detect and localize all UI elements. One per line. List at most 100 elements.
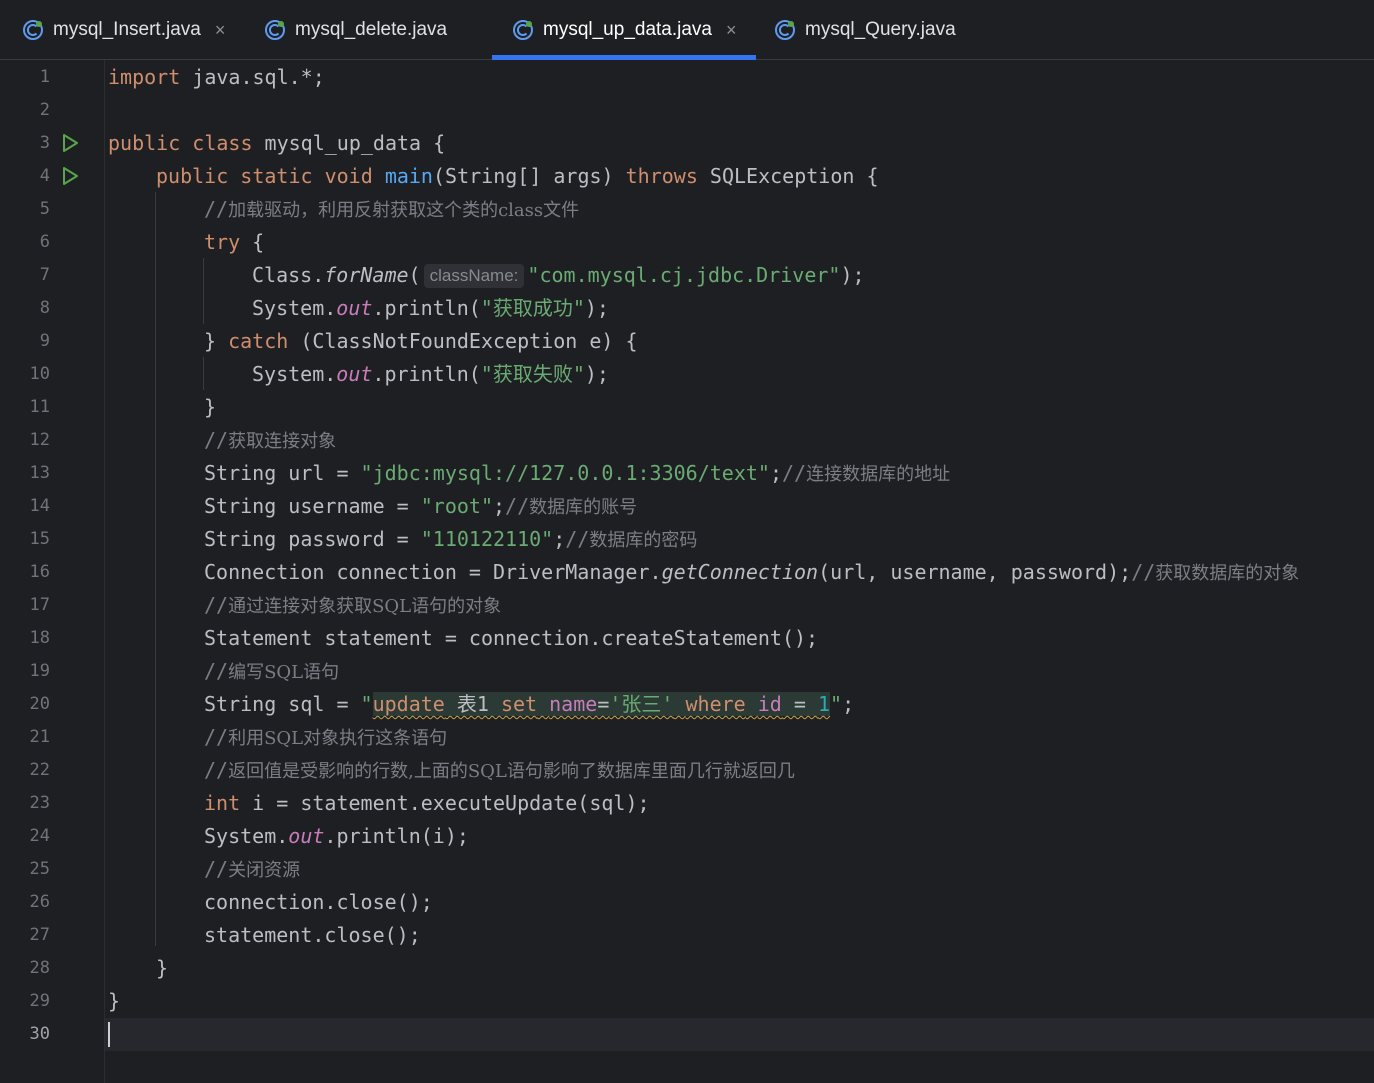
comment: 通过连接对象获取SQL语句的对象: [228, 596, 502, 617]
comment: 数据库的密码: [589, 530, 698, 551]
code-line[interactable]: //关闭资源: [105, 853, 1374, 886]
code-line[interactable]: import java.sql.*;: [105, 61, 1374, 94]
code-line[interactable]: Connection connection = DriverManager.ge…: [105, 556, 1374, 589]
code-line[interactable]: //获取连接对象: [105, 424, 1374, 457]
line-number: 29: [29, 991, 50, 1011]
code-line[interactable]: //加载驱动，利用反射获取这个类的class文件: [105, 193, 1374, 226]
close-icon[interactable]: ×: [726, 20, 737, 41]
code-line[interactable]: String url = "jdbc:mysql://127.0.0.1:330…: [105, 457, 1374, 490]
code-text: (: [408, 263, 421, 287]
code-text: }: [108, 989, 121, 1013]
line-number: 25: [29, 859, 50, 879]
code-line[interactable]: String username = "root";//数据库的账号: [105, 490, 1374, 523]
keyword: public: [156, 164, 229, 188]
line-number: 27: [29, 925, 50, 945]
code-line[interactable]: Class.forName(className: "com.mysql.cj.jd…: [105, 259, 1374, 292]
code-line[interactable]: //编写SQL语句: [105, 655, 1374, 688]
code-line[interactable]: System.out.println("获取失败");: [105, 358, 1374, 391]
close-icon[interactable]: ×: [215, 20, 226, 41]
tab-mysql-query[interactable]: mysql_Query.java: [774, 0, 956, 60]
keyword: class: [192, 131, 253, 155]
code-text: Class.: [252, 263, 325, 287]
code-line[interactable]: System.out.println("获取成功");: [105, 292, 1374, 325]
sql-injected-fragment: update 表1 set name='张三' where id = 1: [372, 692, 831, 716]
code-line[interactable]: Statement statement = connection.createS…: [105, 622, 1374, 655]
code-line-current[interactable]: [105, 1018, 1374, 1051]
comment-prefix: //: [204, 197, 229, 221]
comment: 关闭资源: [228, 860, 301, 881]
run-class-icon[interactable]: [60, 133, 80, 153]
tab-label: mysql_Insert.java: [53, 19, 201, 40]
line-number: 13: [29, 463, 50, 483]
line-number: 21: [29, 727, 50, 747]
code-text: statement.close();: [204, 923, 421, 947]
comment-prefix: //: [505, 494, 530, 518]
keyword: void: [324, 164, 373, 188]
tab-label: mysql_up_data.java: [543, 19, 712, 40]
code-line[interactable]: int i = statement.executeUpdate(sql);: [105, 787, 1374, 820]
line-number-gutter[interactable]: 1 2 3 4 5 6 7 8 9 10 11 12 13 14 15 16 1…: [0, 60, 105, 1083]
sql-column: id: [757, 692, 782, 716]
code-text: Statement statement = connection.createS…: [204, 626, 819, 650]
code-line[interactable]: //返回值是受影响的行数,上面的SQL语句影响了数据库里面几行就返回几: [105, 754, 1374, 787]
code-line[interactable]: public static void main(String[] args) t…: [105, 160, 1374, 193]
code-line[interactable]: public class mysql_up_data {: [105, 127, 1374, 160]
line-number: 1: [39, 67, 50, 87]
tab-mysql-up-data[interactable]: mysql_up_data.java ×: [512, 0, 737, 60]
code-line[interactable]: try {: [105, 226, 1374, 259]
comment-prefix: //: [204, 725, 229, 749]
keyword: int: [204, 791, 241, 815]
code-line[interactable]: //利用SQL对象执行这条语句: [105, 721, 1374, 754]
code-text: ;: [493, 494, 506, 518]
code-line[interactable]: }: [105, 391, 1374, 424]
string-literal: "com.mysql.cj.jdbc.Driver": [527, 263, 841, 287]
line-number: 6: [39, 232, 50, 252]
code-text: i = statement.executeUpdate(sql);: [240, 791, 650, 815]
keyword: try: [204, 230, 241, 254]
line-number: 12: [29, 430, 50, 450]
java-class-icon: [22, 19, 44, 41]
code-line[interactable]: } catch (ClassNotFoundException e) {: [105, 325, 1374, 358]
code-text: }: [156, 956, 169, 980]
static-method: forName: [324, 263, 409, 287]
code-line[interactable]: }: [105, 952, 1374, 985]
code-text: System.: [252, 296, 337, 320]
static-method: getConnection: [661, 560, 819, 584]
line-number: 22: [29, 760, 50, 780]
comment: 获取数据库的对象: [1155, 563, 1300, 584]
string-literal: "获取成功": [480, 296, 585, 320]
tab-mysql-delete[interactable]: mysql_delete.java: [264, 0, 447, 60]
static-field: out: [336, 362, 373, 386]
line-number: 3: [39, 133, 50, 153]
code-line[interactable]: connection.close();: [105, 886, 1374, 919]
sql-keyword: where: [685, 692, 746, 716]
code-text: SQLException {: [697, 164, 879, 188]
code-line[interactable]: //通过连接对象获取SQL语句的对象: [105, 589, 1374, 622]
run-main-icon[interactable]: [60, 166, 80, 186]
code-text: String password =: [204, 527, 421, 551]
code-text: connection.close();: [204, 890, 433, 914]
line-number-current: 30: [29, 1024, 50, 1044]
comment-prefix: //: [565, 527, 590, 551]
code-text: mysql_up_data {: [252, 131, 446, 155]
code-line[interactable]: }: [105, 985, 1374, 1018]
comment: 连接数据库的地址: [806, 464, 951, 485]
keyword: throws: [625, 164, 698, 188]
sql-string: '张三': [609, 692, 674, 716]
code-line[interactable]: statement.close();: [105, 919, 1374, 952]
code-text: );: [840, 263, 865, 287]
code-line[interactable]: String sql = "update 表1 set name='张三' wh…: [105, 688, 1374, 721]
code-text: Connection connection = DriverManager.: [204, 560, 662, 584]
editor-tab-bar: mysql_Insert.java × mysql_delete.java my…: [0, 0, 1374, 60]
code-line[interactable]: System.out.println(i);: [105, 820, 1374, 853]
java-class-icon: [512, 19, 534, 41]
code-line[interactable]: String password = "110122110";//数据库的密码: [105, 523, 1374, 556]
tab-mysql-insert[interactable]: mysql_Insert.java ×: [22, 0, 225, 60]
line-number: 24: [29, 826, 50, 846]
static-field: out: [288, 824, 325, 848]
code-text: ;: [553, 527, 566, 551]
keyword: import: [108, 65, 181, 89]
sql-space: [537, 692, 549, 716]
code-editor[interactable]: import java.sql.*; public class mysql_up…: [105, 60, 1374, 1083]
text-cursor: [108, 1022, 110, 1047]
